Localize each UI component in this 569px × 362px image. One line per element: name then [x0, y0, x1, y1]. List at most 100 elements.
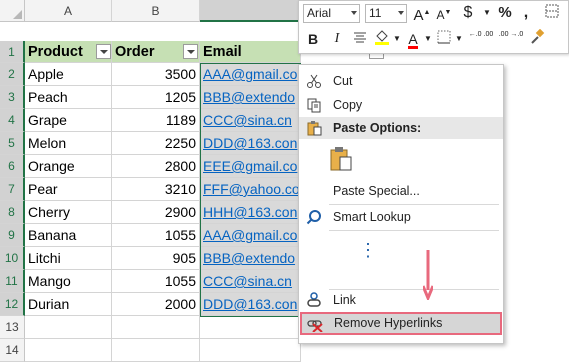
- font-size-box[interactable]: 11: [365, 4, 407, 23]
- cell-email-link[interactable]: BBB@extendo: [200, 86, 301, 109]
- format-painter-box-button[interactable]: [542, 3, 562, 23]
- mini-toolbar: Arial 11 A▲ A▼ $ ▼ % , B I ▼ A ▼ ▼ ←.0 .…: [298, 0, 569, 54]
- menu-item-smart-lookup[interactable]: Smart Lookup: [299, 206, 503, 228]
- row-header-12[interactable]: 12: [0, 293, 25, 316]
- grow-font-button[interactable]: A▲: [413, 3, 431, 24]
- more-icon: ⋮: [359, 240, 377, 260]
- column-header-b[interactable]: B: [112, 0, 200, 22]
- menu-item-link[interactable]: Link: [299, 289, 503, 311]
- cell-product[interactable]: Cherry: [25, 201, 112, 224]
- cell-email-link[interactable]: DDD@163.con: [200, 132, 301, 155]
- cell-email-link[interactable]: AAA@gmail.co: [200, 224, 301, 247]
- row-header-6[interactable]: 6: [0, 155, 25, 178]
- empty-cell[interactable]: [25, 339, 112, 362]
- row-header-9[interactable]: 9: [0, 224, 25, 247]
- shrink-font-icon: A: [436, 8, 445, 22]
- cell-email-link[interactable]: HHH@163.con: [200, 201, 301, 224]
- cell-product[interactable]: Banana: [25, 224, 112, 247]
- empty-cell[interactable]: [25, 316, 112, 339]
- row-header-3[interactable]: 3: [0, 86, 25, 109]
- currency-dropdown[interactable]: ▼: [481, 3, 493, 23]
- menu-item-paste-special[interactable]: Paste Special...: [299, 180, 503, 202]
- row-header-4[interactable]: 4: [0, 109, 25, 132]
- cell-product[interactable]: Durian: [25, 293, 112, 316]
- percent-button[interactable]: %: [496, 3, 514, 23]
- currency-button[interactable]: $: [459, 3, 477, 23]
- row-header-10[interactable]: 10: [0, 247, 25, 270]
- empty-cell[interactable]: [200, 339, 301, 362]
- cell-order[interactable]: 2900: [112, 201, 200, 224]
- cell-order[interactable]: 2800: [112, 155, 200, 178]
- comma-button[interactable]: ,: [517, 3, 535, 23]
- menu-separator: [329, 230, 499, 231]
- cell-product[interactable]: Litchi: [25, 247, 112, 270]
- cell-order[interactable]: 3210: [112, 178, 200, 201]
- cell-product[interactable]: Mango: [25, 270, 112, 293]
- cell-order[interactable]: 2250: [112, 132, 200, 155]
- cell-order[interactable]: 1205: [112, 86, 200, 109]
- align-center-button[interactable]: [351, 29, 369, 49]
- format-painter-button[interactable]: [527, 28, 547, 49]
- select-all-corner[interactable]: [0, 0, 25, 22]
- cell-order[interactable]: 2000: [112, 293, 200, 316]
- row-header-11[interactable]: 11: [0, 270, 25, 293]
- empty-cell[interactable]: [112, 316, 200, 339]
- remove-link-icon: [307, 320, 323, 332]
- cell-product[interactable]: Melon: [25, 132, 112, 155]
- row-header-8[interactable]: 8: [0, 201, 25, 224]
- row-header-5[interactable]: 5: [0, 132, 25, 155]
- header-email-label: Email: [203, 44, 242, 60]
- font-color-button[interactable]: A: [404, 29, 422, 49]
- cell-email-link[interactable]: CCC@sina.cn: [200, 270, 301, 293]
- row-header-7[interactable]: 7: [0, 178, 25, 201]
- cell-order[interactable]: 1055: [112, 270, 200, 293]
- menu-item-cut[interactable]: Cut: [299, 70, 503, 92]
- row-header-1[interactable]: 1: [0, 41, 25, 63]
- font-name-box[interactable]: Arial: [303, 4, 360, 23]
- cell-product[interactable]: Peach: [25, 86, 112, 109]
- cell-email-link[interactable]: AAA@gmail.co: [200, 63, 301, 86]
- cell-email-link[interactable]: BBB@extendo: [200, 247, 301, 270]
- borders-icon: [545, 4, 559, 18]
- empty-cell[interactable]: [112, 339, 200, 362]
- cell-email-link[interactable]: CCC@sina.cn: [200, 109, 301, 132]
- filter-dropdown-product[interactable]: [96, 44, 111, 59]
- cell-product[interactable]: Apple: [25, 63, 112, 86]
- cell-email-link[interactable]: FFF@yahoo.co: [200, 178, 301, 201]
- row-header-2[interactable]: 2: [0, 63, 25, 86]
- cell-order[interactable]: 905: [112, 247, 200, 270]
- menu-item-more[interactable]: ⋮: [299, 237, 503, 267]
- bold-button[interactable]: B: [305, 29, 321, 49]
- borders-button[interactable]: [435, 29, 453, 49]
- copy-icon: [307, 98, 321, 113]
- cell-order[interactable]: 3500: [112, 63, 200, 86]
- column-header-a[interactable]: A: [25, 0, 112, 22]
- decrease-decimal-button[interactable]: .00 →.0: [498, 30, 524, 50]
- fill-color-dropdown[interactable]: ▼: [392, 29, 402, 49]
- cell-product[interactable]: Orange: [25, 155, 112, 178]
- paste-option-default[interactable]: [299, 144, 503, 174]
- increase-decimal-icon: ←.0 .00: [468, 31, 494, 38]
- cell-product[interactable]: Grape: [25, 109, 112, 132]
- row-header-13[interactable]: 13: [0, 316, 25, 339]
- filter-dropdown-order[interactable]: [183, 44, 198, 59]
- empty-cell[interactable]: [200, 316, 301, 339]
- increase-decimal-button[interactable]: ←.0 .00: [468, 30, 494, 50]
- fill-color-button[interactable]: [373, 29, 391, 49]
- cell-order[interactable]: 1055: [112, 224, 200, 247]
- shrink-font-button[interactable]: A▼: [435, 3, 453, 23]
- cell-order[interactable]: 1189: [112, 109, 200, 132]
- cell-email-link[interactable]: EEE@gmail.co: [200, 155, 301, 178]
- menu-item-remove-hyperlinks[interactable]: Remove Hyperlinks: [300, 312, 502, 335]
- menu-item-cut-label: Cut: [333, 74, 353, 88]
- search-icon: [306, 210, 321, 225]
- font-color-dropdown[interactable]: ▼: [423, 29, 433, 49]
- italic-button[interactable]: I: [329, 29, 345, 49]
- menu-item-copy[interactable]: Copy: [299, 94, 503, 116]
- menu-item-paste-special-label: Paste Special...: [333, 184, 420, 198]
- cell-product[interactable]: Pear: [25, 178, 112, 201]
- header-cell-email[interactable]: Email: [200, 41, 301, 63]
- cell-email-link[interactable]: DDD@163.con: [200, 293, 301, 316]
- borders-dropdown[interactable]: ▼: [454, 29, 464, 49]
- row-header-14[interactable]: 14: [0, 339, 25, 362]
